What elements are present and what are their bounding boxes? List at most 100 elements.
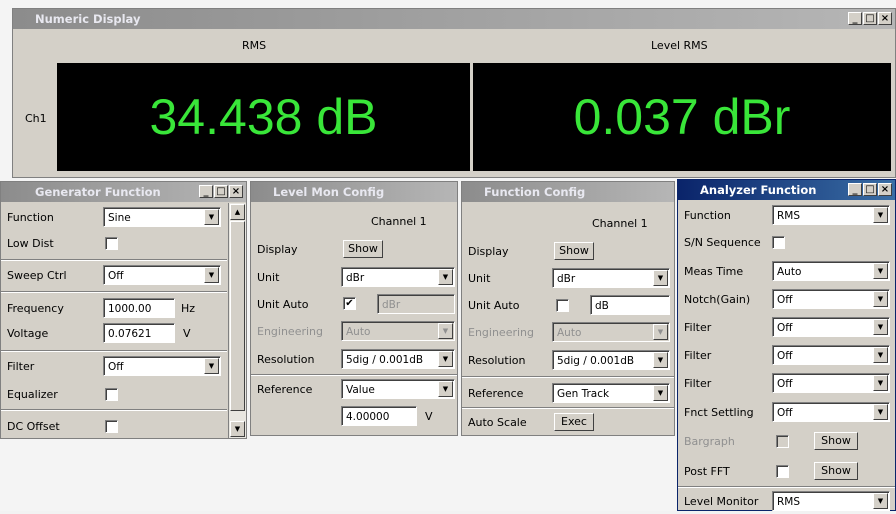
voltage-input[interactable]: 0.07621	[103, 323, 175, 343]
level-rms-value-display: 0.037 dBr	[473, 63, 891, 171]
close-icon[interactable]: ×	[878, 12, 892, 25]
resolution-label: Resolution	[257, 353, 315, 366]
fnct-settling-label: Fnct Settling	[684, 406, 754, 419]
chevron-down-icon[interactable]: ▼	[873, 291, 888, 307]
unit-dropdown[interactable]: dBr ▼	[552, 268, 670, 288]
display-show-button[interactable]: Show	[554, 242, 594, 260]
engineering-label: Engineering	[257, 325, 323, 338]
function-dropdown[interactable]: Sine ▼	[103, 207, 221, 227]
equalizer-label: Equalizer	[7, 388, 58, 401]
window-title: Numeric Display	[35, 12, 141, 26]
chevron-down-icon[interactable]: ▼	[204, 209, 219, 225]
analyzer-titlebar[interactable]: Analyzer Function _ □ ×	[678, 180, 895, 200]
function-config-titlebar[interactable]: Function Config	[462, 182, 674, 202]
filter2-dropdown[interactable]: Off ▼	[772, 345, 890, 365]
filter3-value: Off	[777, 378, 793, 390]
sweep-ctrl-dropdown[interactable]: Off ▼	[103, 265, 221, 285]
level-mon-titlebar[interactable]: Level Mon Config	[251, 182, 457, 202]
chevron-down-icon[interactable]: ▼	[873, 263, 888, 279]
unit-auto-checkbox[interactable]: ✔	[343, 297, 356, 310]
function-label: Function	[684, 209, 731, 222]
function-value: Sine	[108, 212, 131, 224]
close-icon[interactable]: ×	[878, 183, 892, 196]
chevron-down-icon[interactable]: ▼	[873, 319, 888, 335]
bargraph-show-button[interactable]: Show	[814, 432, 858, 450]
generator-titlebar[interactable]: Generator Function _ □ ×	[1, 182, 246, 202]
fnct-settling-dropdown[interactable]: Off ▼	[772, 402, 890, 422]
maximize-icon[interactable]: □	[863, 183, 877, 196]
scroll-up-icon[interactable]: ▲	[230, 204, 245, 220]
unit-dropdown[interactable]: dBr ▼	[341, 267, 455, 287]
post-fft-checkbox[interactable]	[776, 465, 789, 478]
maximize-icon[interactable]: □	[863, 12, 877, 25]
chevron-down-icon[interactable]: ▼	[438, 269, 453, 285]
resolution-value: 5dig / 0.001dB	[557, 355, 635, 367]
chevron-down-icon[interactable]: ▼	[873, 404, 888, 420]
reference-dropdown[interactable]: Gen Track ▼	[552, 383, 670, 403]
dc-offset-checkbox[interactable]	[105, 420, 118, 433]
level-monitor-value: RMS	[777, 496, 801, 508]
reference-value-input[interactable]: 4.00000	[341, 406, 417, 426]
filter-dropdown[interactable]: Off ▼	[103, 356, 221, 376]
rms-value-display: 34.438 dB	[57, 63, 470, 171]
chevron-down-icon[interactable]: ▼	[204, 358, 219, 374]
auto-scale-exec-button[interactable]: Exec	[554, 413, 594, 431]
window-title: Analyzer Function	[700, 183, 817, 197]
minimize-icon[interactable]: _	[848, 183, 862, 196]
sweep-ctrl-label: Sweep Ctrl	[7, 269, 67, 282]
chevron-down-icon[interactable]: ▼	[653, 352, 668, 368]
close-icon[interactable]: ×	[229, 185, 243, 198]
level-monitor-dropdown[interactable]: RMS ▼	[772, 491, 890, 511]
numeric-display-titlebar[interactable]: Numeric Display _ □ ×	[13, 9, 895, 29]
filter1-dropdown[interactable]: Off ▼	[772, 317, 890, 337]
fnct-settling-value: Off	[777, 407, 793, 419]
unit-auto-value: dBr	[382, 299, 401, 311]
unit-label: Unit	[257, 271, 280, 284]
unit-value: dBr	[557, 273, 576, 285]
chevron-down-icon: ▼	[438, 323, 453, 339]
function-dropdown[interactable]: RMS ▼	[772, 205, 890, 225]
chevron-down-icon[interactable]: ▼	[653, 385, 668, 401]
chevron-down-icon[interactable]: ▼	[873, 347, 888, 363]
chevron-down-icon[interactable]: ▼	[873, 493, 888, 509]
chevron-down-icon[interactable]: ▼	[204, 267, 219, 283]
chevron-down-icon[interactable]: ▼	[653, 270, 668, 286]
col-header-rms: RMS	[242, 39, 267, 52]
chevron-down-icon[interactable]: ▼	[873, 375, 888, 391]
sn-sequence-checkbox[interactable]	[772, 236, 785, 249]
minimize-icon[interactable]: _	[848, 12, 862, 25]
display-label: Display	[257, 243, 298, 256]
channel-header: Channel 1	[592, 217, 648, 230]
low-dist-checkbox[interactable]	[105, 237, 118, 250]
chevron-down-icon[interactable]: ▼	[873, 207, 888, 223]
filter1-label: Filter	[684, 321, 712, 334]
unit-auto-label: Unit Auto	[257, 298, 309, 311]
voltage-unit: V	[183, 327, 191, 340]
filter3-label: Filter	[684, 377, 712, 390]
scroll-down-icon[interactable]: ▼	[230, 421, 245, 437]
display-show-button[interactable]: Show	[343, 240, 383, 258]
reference-dropdown[interactable]: Value ▼	[341, 379, 455, 399]
unit-auto-field[interactable]: dB	[590, 295, 670, 315]
filter3-dropdown[interactable]: Off ▼	[772, 373, 890, 393]
resolution-dropdown[interactable]: 5dig / 0.001dB ▼	[341, 349, 455, 369]
meas-time-dropdown[interactable]: Auto ▼	[772, 261, 890, 281]
minimize-icon[interactable]: _	[199, 185, 213, 198]
post-fft-show-button[interactable]: Show	[814, 462, 858, 480]
vertical-scrollbar[interactable]: ▲ ▼	[228, 203, 246, 438]
equalizer-checkbox[interactable]	[105, 388, 118, 401]
chevron-down-icon[interactable]: ▼	[438, 381, 453, 397]
filter2-value: Off	[777, 350, 793, 362]
numeric-display-window: Numeric Display _ □ × RMS Level RMS Ch1 …	[12, 8, 896, 178]
maximize-icon[interactable]: □	[214, 185, 228, 198]
unit-auto-checkbox[interactable]	[556, 299, 569, 312]
unit-auto-field: dBr	[377, 294, 455, 314]
chevron-down-icon[interactable]: ▼	[438, 351, 453, 367]
chevron-down-icon: ▼	[653, 324, 668, 340]
notch-gain-dropdown[interactable]: Off ▼	[772, 289, 890, 309]
level-mon-config-window: Level Mon Config Channel 1 Display Show …	[250, 181, 458, 436]
scroll-thumb[interactable]	[230, 221, 245, 411]
resolution-dropdown[interactable]: 5dig / 0.001dB ▼	[552, 350, 670, 370]
engineering-label: Engineering	[468, 326, 534, 339]
frequency-input[interactable]: 1000.00	[103, 298, 175, 318]
